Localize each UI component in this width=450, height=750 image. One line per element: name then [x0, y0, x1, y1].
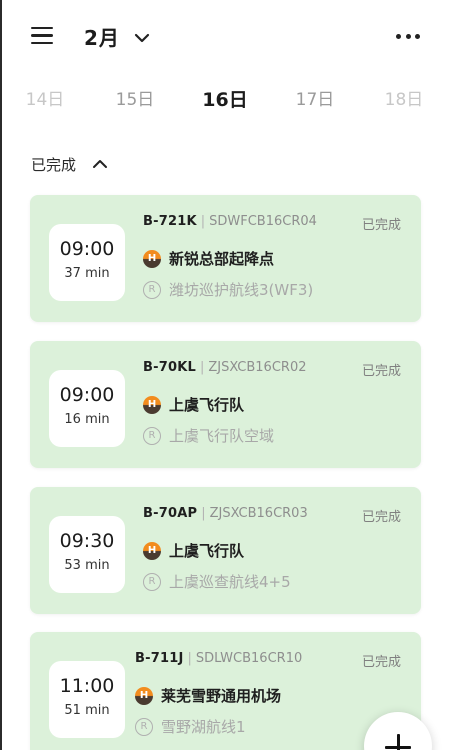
route-name: 雪野湖航线1	[161, 718, 246, 736]
takeoff-time: 09:00	[59, 384, 115, 406]
route-row: R 潍坊巡护航线3(WF3)	[143, 279, 313, 300]
flight-code: ZJSXCB16CR02	[208, 360, 307, 375]
completed-section-toggle[interactable]: 已完成	[31, 150, 108, 178]
location-row: 上虞飞行队	[143, 540, 244, 561]
time-box: 09:00 37 min	[49, 224, 125, 301]
id-separator: |	[200, 214, 206, 229]
flight-duration: 37 min	[64, 266, 110, 281]
chevron-down-icon	[134, 33, 150, 42]
location-row: 上虞飞行队	[143, 394, 244, 415]
heliport-icon	[143, 541, 161, 560]
takeoff-time: 09:00	[59, 238, 115, 260]
location-name: 莱芜雪野通用机场	[161, 687, 282, 705]
aircraft-registration: B-721K	[143, 214, 197, 229]
takeoff-time: 11:00	[59, 675, 115, 697]
route-icon: R	[143, 280, 161, 299]
flight-code: SDLWCB16CR10	[195, 651, 303, 666]
app-header: 2月	[0, 0, 450, 72]
month-selector[interactable]: 2月	[84, 20, 150, 52]
location-name: 新锐总部起降点	[169, 250, 275, 268]
date-item-15[interactable]: 15日	[105, 82, 165, 118]
time-box: 09:30 53 min	[49, 516, 125, 593]
flight-duration: 51 min	[64, 703, 110, 718]
aircraft-registration: B-70KL	[143, 360, 196, 375]
flight-card[interactable]: 09:00 37 min B-721K|SDWFCB16CR04 已完成 新锐总…	[30, 195, 421, 322]
flight-ids: B-711J | SDLWCB16CR10	[135, 651, 302, 666]
plus-icon	[385, 734, 411, 750]
id-separator: |	[199, 360, 205, 375]
route-row: R 上虞飞行队空域	[143, 425, 274, 446]
route-icon: R	[135, 717, 153, 736]
location-name: 上虞飞行队	[169, 542, 245, 560]
date-strip: 14日 15日 16日 17日 18日	[0, 82, 450, 118]
heliport-icon	[143, 249, 161, 268]
status-badge: 已完成	[361, 510, 401, 525]
flight-code: ZJSXCB16CR03	[209, 506, 308, 521]
more-options-icon[interactable]	[396, 28, 420, 44]
date-item-16-selected[interactable]: 16日	[195, 82, 255, 118]
route-icon: R	[143, 426, 161, 445]
flight-ids: B-70KL | ZJSXCB16CR02	[143, 360, 307, 375]
location-name: 上虞飞行队	[169, 396, 245, 414]
chevron-up-icon	[93, 160, 108, 168]
route-icon: R	[143, 572, 161, 591]
flight-ids: B-70AP | ZJSXCB16CR03	[143, 506, 308, 521]
route-name: 上虞飞行队空域	[169, 427, 275, 445]
menu-icon[interactable]	[31, 27, 53, 45]
route-name: 上虞巡查航线4+5	[169, 573, 291, 591]
month-label: 2月	[84, 25, 120, 50]
takeoff-time: 09:30	[59, 530, 115, 552]
aircraft-registration: B-711J	[135, 651, 184, 666]
id-separator: |	[201, 506, 206, 521]
location-row: 莱芜雪野通用机场	[135, 685, 281, 706]
flight-card[interactable]: 11:00 51 min B-711J|SDLWCB16CR10 已完成 莱芜雪…	[30, 632, 421, 750]
route-name: 潍坊巡护航线3(WF3)	[169, 281, 314, 299]
heliport-icon	[135, 686, 153, 705]
route-row: R 雪野湖航线1	[135, 716, 246, 737]
flight-ids: B-721K | SDWFCB16CR04	[143, 214, 317, 229]
status-badge: 已完成	[361, 218, 401, 233]
flight-duration: 16 min	[64, 412, 110, 427]
flight-duration: 53 min	[64, 558, 110, 573]
status-badge: 已完成	[361, 364, 401, 379]
date-item-14[interactable]: 14日	[15, 82, 75, 118]
aircraft-registration: B-70AP	[143, 506, 198, 521]
id-separator: |	[187, 651, 192, 666]
flight-code: SDWFCB16CR04	[209, 214, 317, 229]
time-box: 11:00 51 min	[49, 661, 125, 738]
date-item-18[interactable]: 18日	[374, 82, 434, 118]
section-title: 已完成	[31, 155, 77, 174]
time-box: 09:00 16 min	[49, 370, 125, 447]
flight-card[interactable]: 09:00 16 min B-70KL|ZJSXCB16CR02 已完成 上虞飞…	[30, 341, 421, 468]
route-row: R 上虞巡查航线4+5	[143, 571, 291, 592]
flight-card[interactable]: 09:30 53 min B-70AP|ZJSXCB16CR03 已完成 上虞飞…	[30, 487, 421, 614]
location-row: 新锐总部起降点	[143, 248, 274, 269]
date-item-17[interactable]: 17日	[285, 82, 345, 118]
status-badge: 已完成	[361, 655, 401, 670]
heliport-icon	[143, 395, 161, 414]
